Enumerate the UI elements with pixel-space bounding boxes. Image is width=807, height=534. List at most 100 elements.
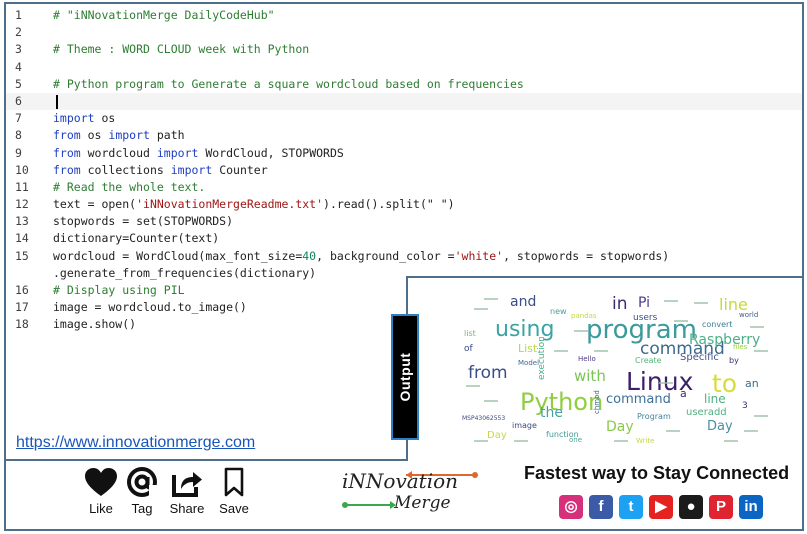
code-line[interactable]: 15 wordcloud = WordCloud(max_font_size=40… — [6, 248, 802, 265]
code-text: image.show() — [53, 316, 136, 333]
code-line[interactable]: 3 # Theme : WORD CLOUD week with Python — [6, 41, 802, 58]
facebook-icon[interactable]: f — [589, 495, 613, 519]
code-token: # Theme : WORD CLOUD week with Python — [53, 42, 310, 57]
code-text: # Read the whole text. — [53, 179, 205, 196]
github-icon[interactable]: ● — [679, 495, 703, 519]
wordcloud-word: the — [540, 405, 563, 421]
code-line[interactable]: 14 dictionary=Counter(text) — [6, 230, 802, 247]
code-line[interactable]: 13 stopwords = set(STOPWORDS) — [6, 213, 802, 230]
pinterest-icon[interactable]: P — [709, 495, 733, 519]
code-token: os — [80, 128, 109, 143]
wordcloud-word: Day — [487, 430, 507, 441]
code-text: .generate_from_frequencies(dictionary) — [53, 265, 316, 282]
wordcloud-word: Program — [637, 412, 671, 421]
instagram-icon[interactable]: ◎ — [559, 495, 583, 519]
code-line[interactable]: 4 — [6, 59, 802, 76]
share-button[interactable]: Share — [165, 467, 209, 516]
like-label: Like — [89, 501, 113, 516]
code-text: # Python program to Generate a square wo… — [53, 76, 524, 93]
code-text: image = wordcloud.to_image() — [53, 299, 247, 316]
code-line[interactable]: 2 — [6, 24, 802, 41]
wordcloud-filler — [484, 400, 498, 402]
code-token: import — [170, 162, 213, 177]
wordcloud-filler — [554, 350, 568, 352]
wordcloud-filler — [514, 440, 528, 442]
code-text: from collections import Counter — [53, 162, 268, 179]
brand-name-bottom: Merge — [394, 493, 451, 513]
save-label: Save — [219, 501, 249, 516]
line-number: 10 — [15, 162, 29, 177]
code-token: # Read the whole text. — [53, 179, 206, 194]
wordcloud-word: world — [739, 311, 759, 319]
wordcloud-filler — [724, 440, 738, 442]
code-line[interactable]: 6 — [6, 92, 802, 111]
code-text: import os — [53, 110, 115, 127]
code-line[interactable]: 7 import os — [6, 110, 802, 127]
wordcloud-word: chmod — [593, 390, 601, 414]
line-number: 5 — [15, 76, 22, 91]
code-token: 'white' — [454, 248, 504, 263]
code-token: import — [53, 111, 95, 126]
linkedin-icon[interactable]: in — [739, 495, 763, 519]
code-text: from wordcloud import WordCloud, STOPWOR… — [53, 145, 344, 162]
wordcloud-word: Specific — [680, 352, 719, 363]
code-text: # "iNNovationMerge DailyCodeHub" — [53, 7, 275, 24]
wordcloud-word: in — [612, 294, 628, 314]
code-line[interactable]: 10 from collections import Counter — [6, 162, 802, 179]
wordcloud-filler — [744, 430, 758, 432]
twitter-icon[interactable]: t — [619, 495, 643, 519]
wordcloud-filler — [666, 430, 680, 432]
code-line[interactable]: 8 from os import path — [6, 127, 802, 144]
wordcloud-word: execution — [537, 336, 547, 380]
code-line[interactable]: 5 # Python program to Generate a square w… — [6, 76, 802, 93]
wordcloud-word: an — [745, 377, 759, 390]
line-number: 17 — [15, 300, 29, 315]
brand-logo: iNNovation Merge — [336, 467, 486, 525]
share-icon — [172, 472, 202, 497]
wordcloud-filler — [474, 308, 488, 310]
code-line[interactable]: 1 # "iNNovationMerge DailyCodeHub" — [6, 7, 802, 24]
wordcloud-word: Model — [518, 359, 540, 367]
wordcloud-word: image — [512, 421, 537, 430]
wordcloud-word: and — [510, 294, 537, 310]
tag-button[interactable]: Tag — [120, 467, 164, 516]
code-token: from — [53, 162, 81, 177]
code-line[interactable]: 11 # Read the whole text. — [6, 179, 802, 196]
wordcloud-filler — [694, 302, 708, 304]
code-token: image.show() — [53, 317, 137, 332]
wordcloud-word: of — [464, 344, 473, 354]
code-line[interactable]: 9 from wordcloud import WordCloud, STOPWO… — [6, 145, 802, 162]
wordcloud-word: Day — [707, 419, 733, 434]
line-number: 12 — [15, 197, 29, 212]
wordcloud-word: Write — [636, 437, 655, 445]
like-button[interactable]: Like — [79, 467, 123, 516]
line-number: 8 — [15, 128, 22, 143]
code-token: wordcloud = WordCloud(max_font_size= — [53, 248, 303, 263]
line-number: 18 — [15, 317, 29, 332]
code-token: # Display using PIL — [53, 283, 185, 297]
output-panel: Python program Linux using to from command Rasp… — [406, 276, 804, 463]
tagline: Fastest way to Stay Connected — [524, 463, 790, 483]
code-token: import — [108, 128, 150, 143]
code-token: 'iNNovationMergeReadme.txt' — [136, 197, 324, 212]
wordcloud-word: Day — [606, 419, 634, 435]
save-button[interactable]: Save — [212, 467, 256, 516]
code-token: dictionary=Counter(text) — [53, 231, 220, 246]
wordcloud-word: useradd — [686, 407, 727, 418]
line-number: 11 — [15, 179, 29, 194]
website-link[interactable]: https://www.innovationmerge.com — [16, 434, 255, 452]
wordcloud-word: pandas — [571, 312, 597, 320]
code-token: text = open( — [53, 197, 137, 212]
wordcloud-filler — [574, 330, 588, 332]
youtube-icon[interactable]: ▶ — [649, 495, 673, 519]
code-line[interactable]: 12 text = open('iNNovationMergeReadme.txt… — [6, 196, 802, 213]
code-token: Counter — [212, 162, 268, 177]
code-text: from os import path — [53, 127, 185, 144]
code-text: dictionary=Counter(text) — [53, 230, 219, 247]
wordcloud-word: Pi — [638, 295, 651, 311]
at-icon — [127, 467, 159, 497]
code-text: # Theme : WORD CLOUD week with Python — [53, 41, 309, 58]
code-token: , background_color = — [316, 248, 455, 263]
wordcloud-word: line — [704, 392, 726, 406]
wordcloud-word: list — [464, 329, 476, 338]
